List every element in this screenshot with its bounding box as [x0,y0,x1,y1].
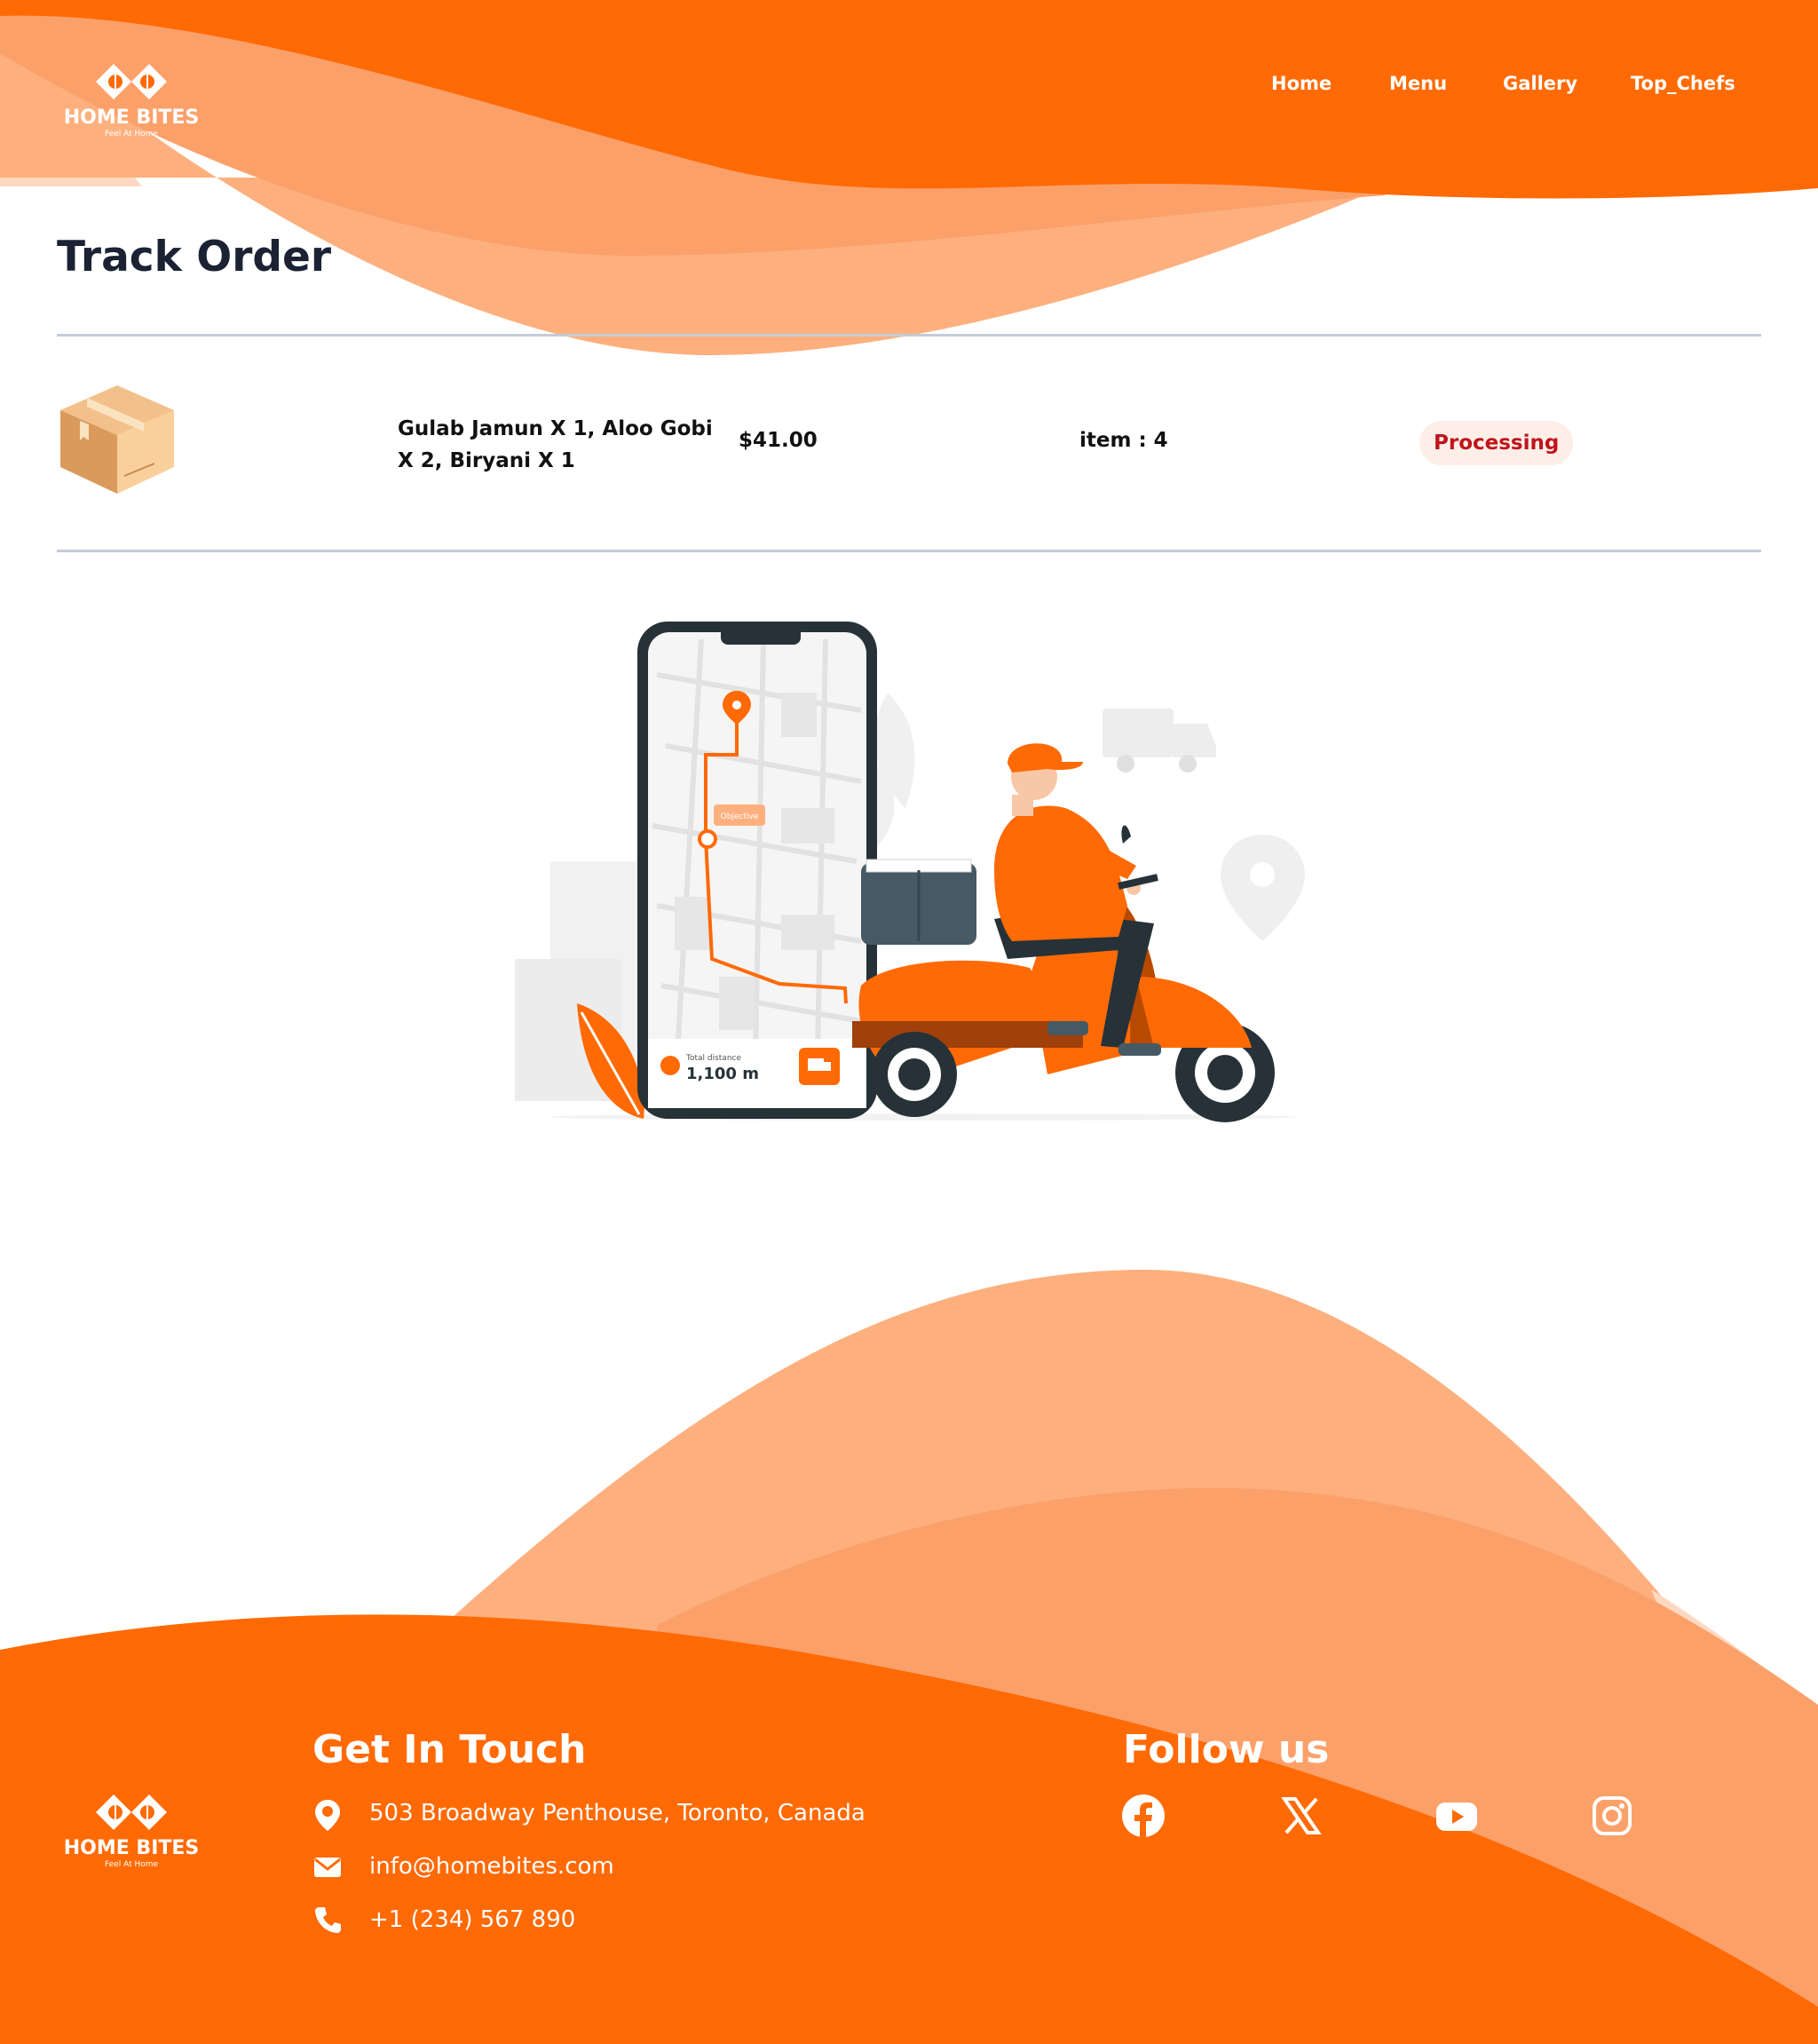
main-nav: Home Menu Gallery Top_Chefs [1243,73,1775,99]
status-badge: Processing [1419,421,1574,465]
follow-heading: Follow us [1123,1727,1330,1772]
page: HOME BITES Feel At Home Home Menu Galler… [0,0,1818,2044]
nav-menu[interactable]: Menu [1389,73,1447,94]
nav-home[interactable]: Home [1271,73,1332,94]
brand-tagline: Feel At Home [104,130,159,139]
map-label: Objective [721,812,759,821]
facebook-icon[interactable] [1121,1794,1166,1838]
x-icon[interactable] [1279,1794,1324,1838]
phone-icon [315,1907,341,1933]
order-item-count: item : 4 [1079,429,1168,452]
envelope-icon [314,1858,341,1877]
divider-bottom [57,550,1761,552]
instagram-icon[interactable] [1590,1794,1634,1838]
brand-name: HOME BITES [63,1837,200,1859]
contact-address-text: 503 Broadway Penthouse, Toronto, Canada [369,1800,866,1826]
page-title: Track Order [57,233,332,281]
contact-heading: Get In Touch [312,1727,587,1772]
distance-value: 1,100 m [686,1065,759,1083]
background-truck-icon [1103,709,1216,772]
contact-phone-text[interactable]: +1 (234) 567 890 [369,1906,575,1933]
package-box-icon [60,385,174,494]
background-pin-icon [1221,835,1305,941]
brand-name: HOME BITES [63,107,200,129]
location-pin-icon [315,1800,340,1831]
distance-label: Total distance [685,1054,741,1063]
order-row[interactable]: Gulab Jamun X 1, Aloo Gobi X 2, Biryani … [57,337,1761,551]
scooter-rider [852,743,1275,1122]
brand-tagline: Feel At Home [104,1860,159,1869]
youtube-icon[interactable] [1435,1794,1479,1838]
order-price: $41.00 [739,429,818,452]
contact-email-text[interactable]: info@homebites.com [369,1853,614,1880]
phone-map: Objective Total distance 1,100 m [637,622,877,1119]
nav-top-chefs[interactable]: Top_Chefs [1631,73,1735,94]
logo-mark-icon [96,64,167,99]
brand-logo[interactable]: HOME BITES Feel At Home [56,59,207,139]
nav-gallery[interactable]: Gallery [1503,73,1577,94]
delivery-illustration: Objective Total distance 1,100 m [515,622,1305,1122]
order-items: Gulab Jamun X 1, Aloo Gobi X 2, Biryani … [398,417,713,472]
divider-top [57,334,1761,337]
logo-mark-icon [96,1794,167,1830]
footer-logo[interactable]: HOME BITES Feel At Home [56,1789,207,1869]
